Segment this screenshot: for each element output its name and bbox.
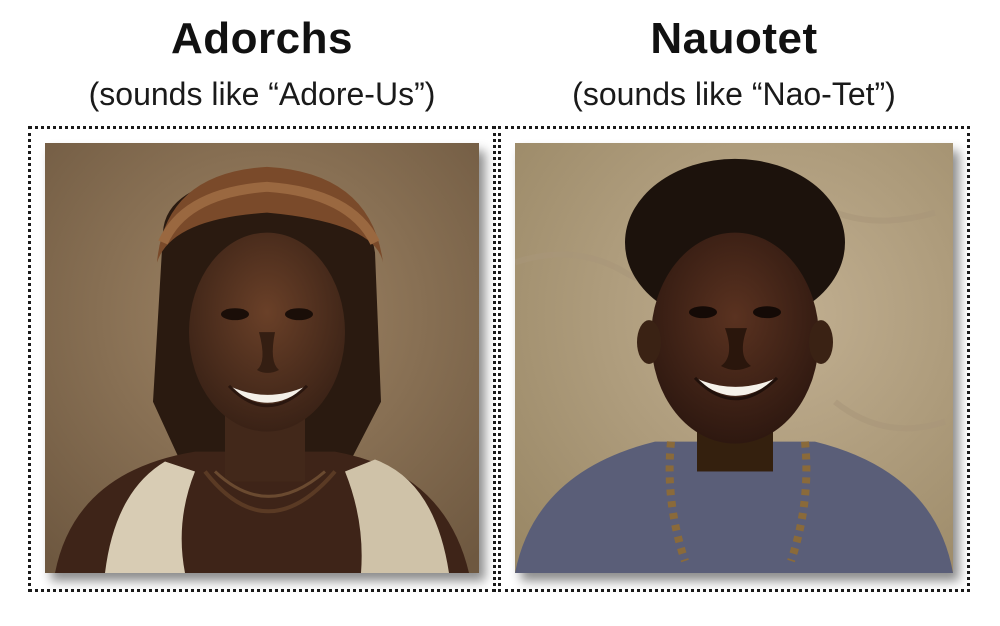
profile-name: Adorchs — [171, 14, 353, 63]
photo-frame — [498, 126, 970, 592]
profile-name: Nauotet — [650, 14, 818, 63]
profile-pronunciation: (sounds like “Adore-Us”) — [88, 76, 436, 112]
portrait-photo-nauotet — [515, 143, 953, 573]
photo-frame — [28, 126, 496, 592]
portrait-photo-adorchs — [45, 143, 479, 573]
profile-pronunciation: (sounds like “Nao-Tet”) — [572, 76, 896, 112]
